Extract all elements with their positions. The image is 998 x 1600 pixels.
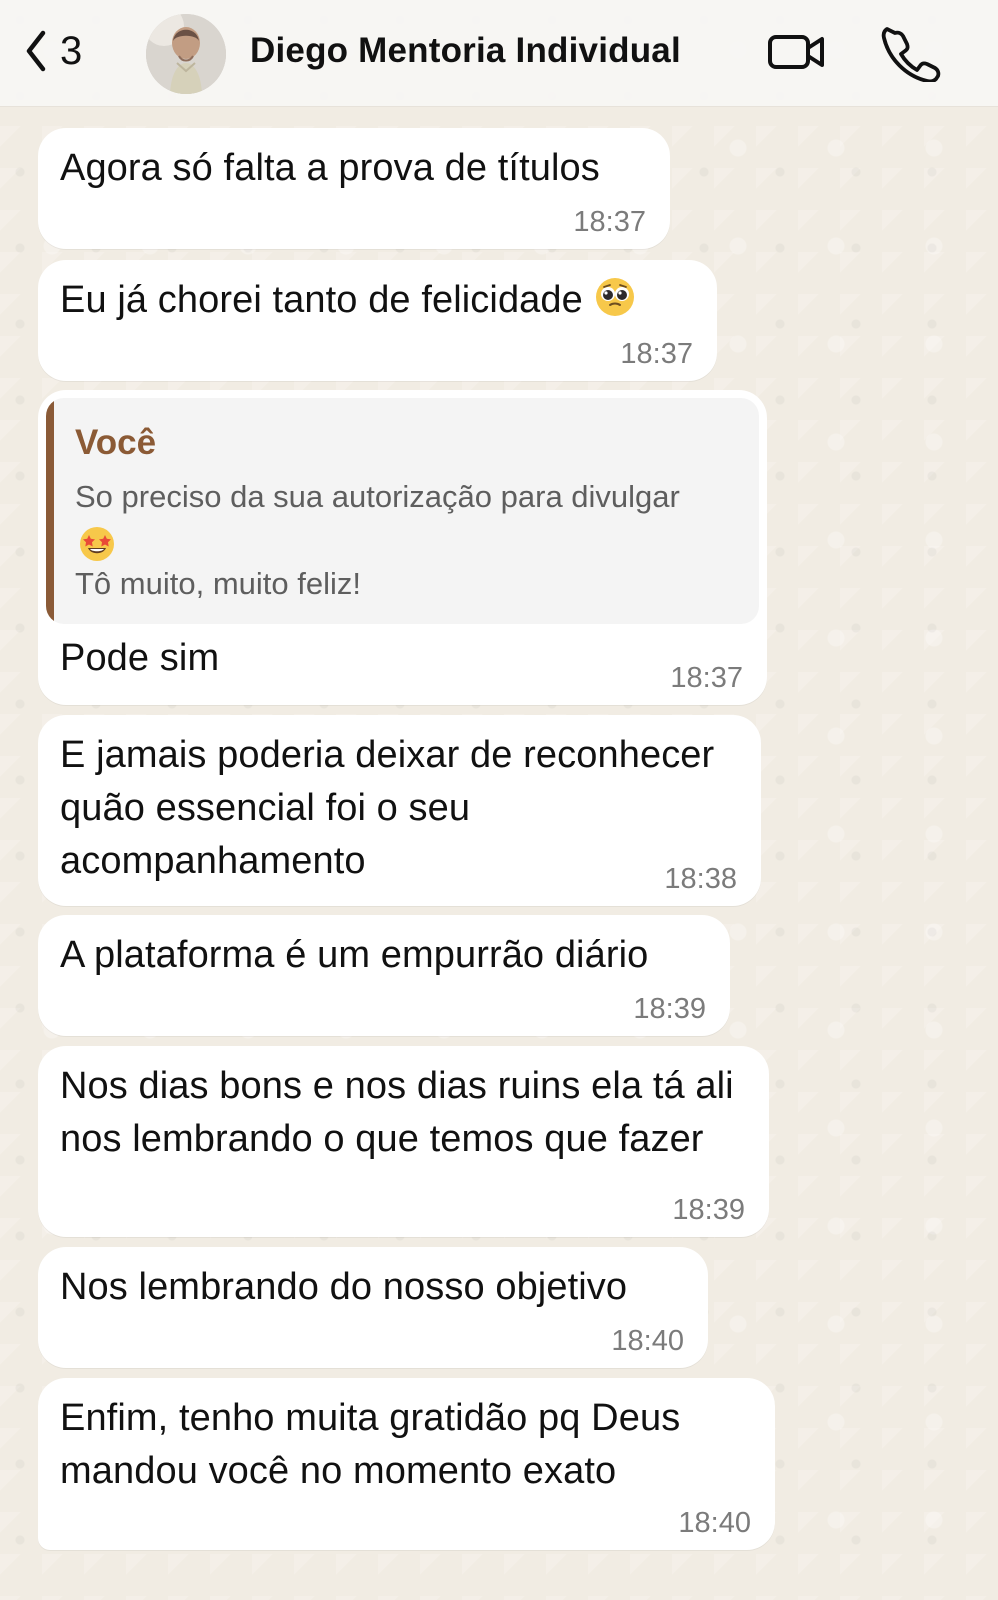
message-time: 18:39	[672, 1194, 745, 1226]
contact-name[interactable]: Diego Mentoria Individual	[250, 31, 681, 71]
message-text: Nos dias bons e nos dias ruins ela tá al…	[60, 1065, 734, 1160]
voice-call-button[interactable]	[877, 24, 941, 82]
message-bubble[interactable]: Agora só falta a prova de títulos 18:37	[38, 128, 670, 249]
message-text: Nos lembrando do nosso objetivo	[60, 1266, 628, 1308]
video-call-icon	[768, 35, 824, 69]
message-bubble[interactable]: A plataforma é um empurrão diário 18:39	[38, 915, 730, 1036]
message-time: 18:39	[633, 993, 706, 1025]
unread-count: 3	[60, 29, 83, 73]
message-text: Eu já chorei tanto de felicidade	[60, 279, 583, 321]
avatar-icon	[146, 14, 226, 94]
message-list[interactable]: Agora só falta a prova de títulos 18:37 …	[0, 106, 998, 1600]
message-text: Agora só falta a prova de títulos	[60, 147, 600, 189]
phone-icon	[881, 27, 941, 82]
quoted-message-text: Tô muito, muito feliz!	[75, 566, 361, 601]
quoted-message[interactable]: Você So preciso da sua autorização para …	[46, 398, 759, 624]
star-struck-icon	[77, 524, 117, 564]
quoted-message-text: So preciso da sua autorização para divul…	[75, 479, 680, 514]
message-text: Enfim, tenho muita gratidão pq Deus mand…	[60, 1397, 681, 1492]
message-time: 18:40	[611, 1325, 684, 1357]
message-bubble[interactable]: E jamais poderia deixar de reconhecer qu…	[38, 715, 761, 906]
quoted-message-accent	[46, 398, 54, 624]
message-bubble[interactable]: Nos lembrando do nosso objetivo 18:40	[38, 1247, 708, 1368]
chat-header: 3 Diego Mentoria Individual	[0, 0, 998, 106]
message-time: 18:37	[670, 662, 743, 694]
message-time: 18:37	[620, 338, 693, 370]
message-text: Pode sim	[60, 637, 220, 679]
back-button[interactable]: 3	[24, 22, 82, 80]
reply-message-bubble[interactable]: Você So preciso da sua autorização para …	[38, 390, 767, 705]
message-text: E jamais poderia deixar de reconhecer qu…	[60, 734, 715, 882]
message-bubble[interactable]: Nos dias bons e nos dias ruins ela tá al…	[38, 1046, 769, 1237]
quoted-message-author: Você	[75, 423, 157, 462]
message-text: A plataforma é um empurrão diário	[60, 934, 649, 976]
message-time: 18:38	[664, 863, 737, 895]
avatar[interactable]	[146, 14, 226, 94]
message-bubble[interactable]: Eu já chorei tanto de felicidade 18:37	[38, 260, 717, 381]
message-content: Eu já chorei tanto de felicidade	[60, 274, 693, 327]
chevron-left-icon	[24, 30, 48, 72]
video-call-button[interactable]	[764, 24, 828, 82]
message-time: 18:40	[678, 1507, 751, 1539]
message-bubble[interactable]: Enfim, tenho muita gratidão pq Deus mand…	[38, 1378, 775, 1550]
message-time: 18:37	[573, 206, 646, 238]
pleading-face-icon	[593, 275, 637, 319]
